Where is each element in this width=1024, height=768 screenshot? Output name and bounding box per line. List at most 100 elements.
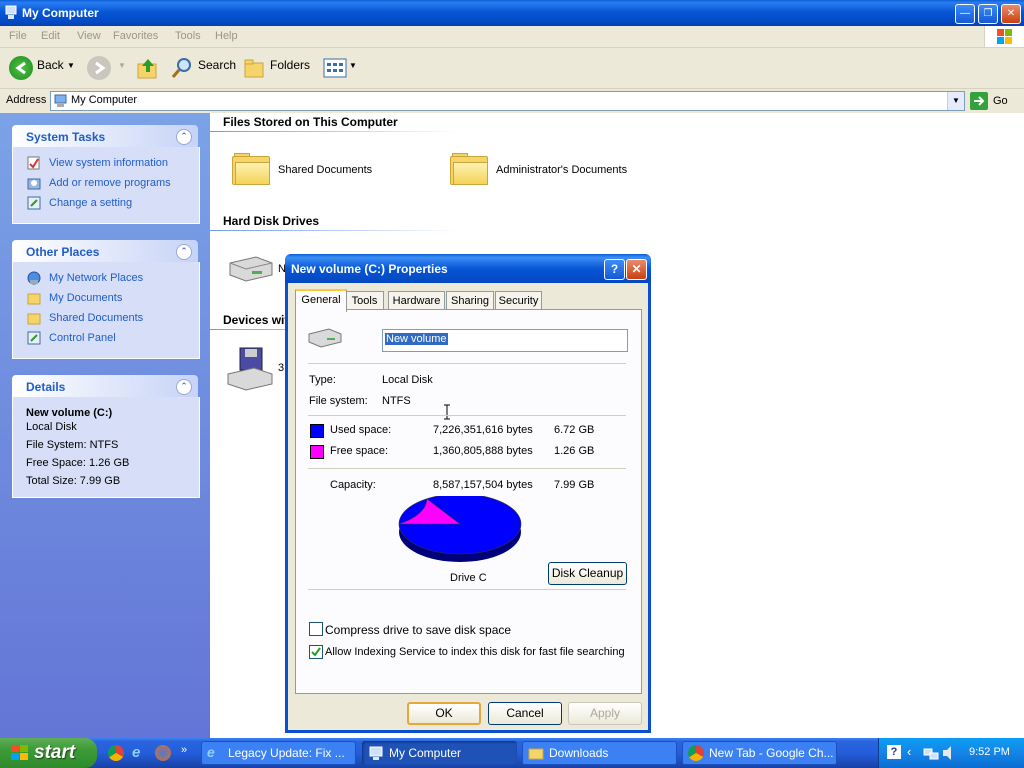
drive-label: Drive C xyxy=(450,572,487,584)
indexing-checkbox[interactable] xyxy=(309,645,323,659)
hard-disk-drives-header: Hard Disk Drives xyxy=(223,214,320,228)
separator xyxy=(308,363,626,364)
task-view-system-info[interactable]: View system information xyxy=(49,157,168,169)
type-value: Local Disk xyxy=(382,374,433,386)
place-my-documents[interactable]: My Documents xyxy=(49,292,122,304)
menu-tools[interactable]: Tools xyxy=(175,30,201,42)
firefox-quicklaunch-icon[interactable] xyxy=(155,745,171,761)
folder-administrators-documents[interactable]: Administrator's Documents xyxy=(496,164,627,176)
minimize-button[interactable]: — xyxy=(955,4,975,24)
compress-label[interactable]: Compress drive to save disk space xyxy=(325,623,511,637)
window-title-bar[interactable]: My Computer — ❐ ✕ xyxy=(0,0,1024,26)
tab-general[interactable]: General xyxy=(295,289,347,312)
my-computer-icon xyxy=(4,5,18,20)
floppy-drive-label[interactable]: 3 xyxy=(278,362,284,374)
free-space-swatch xyxy=(310,445,324,459)
my-computer-small-icon xyxy=(54,94,68,108)
quicklaunch-overflow-icon[interactable]: » xyxy=(181,744,187,756)
close-button[interactable]: ✕ xyxy=(1001,4,1021,24)
task-label: Downloads xyxy=(549,746,609,760)
details-header[interactable]: Details ⌃ xyxy=(12,375,198,397)
details-type: Local Disk xyxy=(26,421,77,433)
views-icon[interactable] xyxy=(323,58,347,78)
my-computer-icon xyxy=(368,745,384,761)
menu-help[interactable]: Help xyxy=(215,30,238,42)
task-add-remove-programs[interactable]: Add or remove programs xyxy=(49,177,171,189)
ok-button[interactable]: OK xyxy=(407,702,481,725)
pie-top-used xyxy=(398,496,522,555)
go-arrow-icon[interactable] xyxy=(970,92,988,110)
task-my-computer[interactable]: My Computer xyxy=(362,741,517,765)
disk-cleanup-button[interactable]: Disk Cleanup xyxy=(548,562,627,585)
system-tray: ? ‹ 9:52 PM xyxy=(878,738,1024,768)
network-tray-icon[interactable] xyxy=(923,745,939,761)
place-control-panel[interactable]: Control Panel xyxy=(49,332,116,344)
type-label: Type: xyxy=(309,374,336,386)
tab-tools[interactable]: Tools xyxy=(345,291,384,310)
task-downloads[interactable]: Downloads xyxy=(522,741,677,765)
task-pane: System Tasks ⌃ View system information A… xyxy=(0,113,210,738)
menu-favorites[interactable]: Favorites xyxy=(113,30,158,42)
collapse-chevron-icon[interactable]: ⌃ xyxy=(176,129,192,145)
task-legacy-update[interactable]: e Legacy Update: Fix ... xyxy=(201,741,356,765)
back-button-label[interactable]: Back xyxy=(37,58,64,72)
control-panel-icon xyxy=(27,331,41,345)
chrome-quicklaunch-icon[interactable] xyxy=(108,745,124,761)
address-dropdown-icon[interactable]: ▼ xyxy=(947,92,964,110)
go-button-label[interactable]: Go xyxy=(993,95,1008,107)
folders-icon[interactable] xyxy=(244,57,266,79)
windows-logo-icon xyxy=(984,26,1024,47)
dialog-close-button[interactable]: ✕ xyxy=(626,259,647,280)
dialog-title-bar[interactable]: New volume (C:) Properties ? ✕ xyxy=(285,254,651,283)
ie-icon: e xyxy=(207,744,215,760)
ie-quicklaunch-icon[interactable]: e xyxy=(132,744,148,761)
address-label: Address xyxy=(6,94,47,106)
search-button-label[interactable]: Search xyxy=(198,58,236,72)
up-folder-icon[interactable] xyxy=(136,56,160,80)
tab-hardware[interactable]: Hardware xyxy=(388,291,445,310)
folder-icon[interactable] xyxy=(232,153,270,185)
help-button[interactable]: ? xyxy=(604,259,625,280)
maximize-button[interactable]: ❐ xyxy=(978,4,998,24)
cancel-button[interactable]: Cancel xyxy=(488,702,562,725)
views-dropdown-icon[interactable]: ▼ xyxy=(349,61,357,70)
back-arrow-icon[interactable] xyxy=(9,56,33,80)
collapse-chevron-icon[interactable]: ⌃ xyxy=(176,379,192,395)
volume-name-value: New volume xyxy=(385,333,448,345)
tab-security[interactable]: Security xyxy=(495,291,542,310)
place-shared-documents[interactable]: Shared Documents xyxy=(49,312,143,324)
task-change-setting[interactable]: Change a setting xyxy=(49,197,132,209)
tab-sharing[interactable]: Sharing xyxy=(446,291,494,310)
search-icon[interactable] xyxy=(170,56,194,80)
start-button[interactable]: start xyxy=(0,738,97,768)
folder-shared-documents[interactable]: Shared Documents xyxy=(278,164,372,176)
disk-usage-pie xyxy=(398,496,522,562)
help-tray-icon[interactable]: ? xyxy=(887,745,901,759)
back-dropdown-icon[interactable]: ▼ xyxy=(67,61,75,70)
address-input[interactable]: My Computer ▼ xyxy=(50,91,965,111)
hard-drive-icon[interactable] xyxy=(226,255,274,283)
system-tasks-header[interactable]: System Tasks ⌃ xyxy=(12,125,198,147)
separator xyxy=(308,468,626,469)
indexing-label[interactable]: Allow Indexing Service to index this dis… xyxy=(325,646,625,658)
place-my-network-places[interactable]: My Network Places xyxy=(49,272,143,284)
task-label: New Tab - Google Ch... xyxy=(709,746,834,760)
folder-icon[interactable] xyxy=(450,153,488,185)
collapse-chevron-icon[interactable]: ⌃ xyxy=(176,244,192,260)
volume-name-input[interactable]: New volume xyxy=(382,329,628,352)
folders-button-label[interactable]: Folders xyxy=(270,58,310,72)
task-chrome-new-tab[interactable]: New Tab - Google Ch... xyxy=(682,741,837,765)
compress-checkbox[interactable] xyxy=(309,622,323,636)
volume-tray-icon[interactable] xyxy=(942,745,956,761)
add-remove-programs-icon xyxy=(27,176,41,190)
menu-view[interactable]: View xyxy=(77,30,101,42)
menu-edit[interactable]: Edit xyxy=(41,30,60,42)
tray-expand-icon[interactable]: ‹ xyxy=(907,744,911,759)
forward-dropdown-icon[interactable]: ▼ xyxy=(118,61,126,70)
other-places-header[interactable]: Other Places ⌃ xyxy=(12,240,198,262)
floppy-drive-icon[interactable] xyxy=(226,346,274,392)
start-label: start xyxy=(34,742,76,763)
forward-arrow-icon[interactable] xyxy=(87,56,111,80)
apply-button[interactable]: Apply xyxy=(568,702,642,725)
menu-file[interactable]: File xyxy=(9,30,27,42)
